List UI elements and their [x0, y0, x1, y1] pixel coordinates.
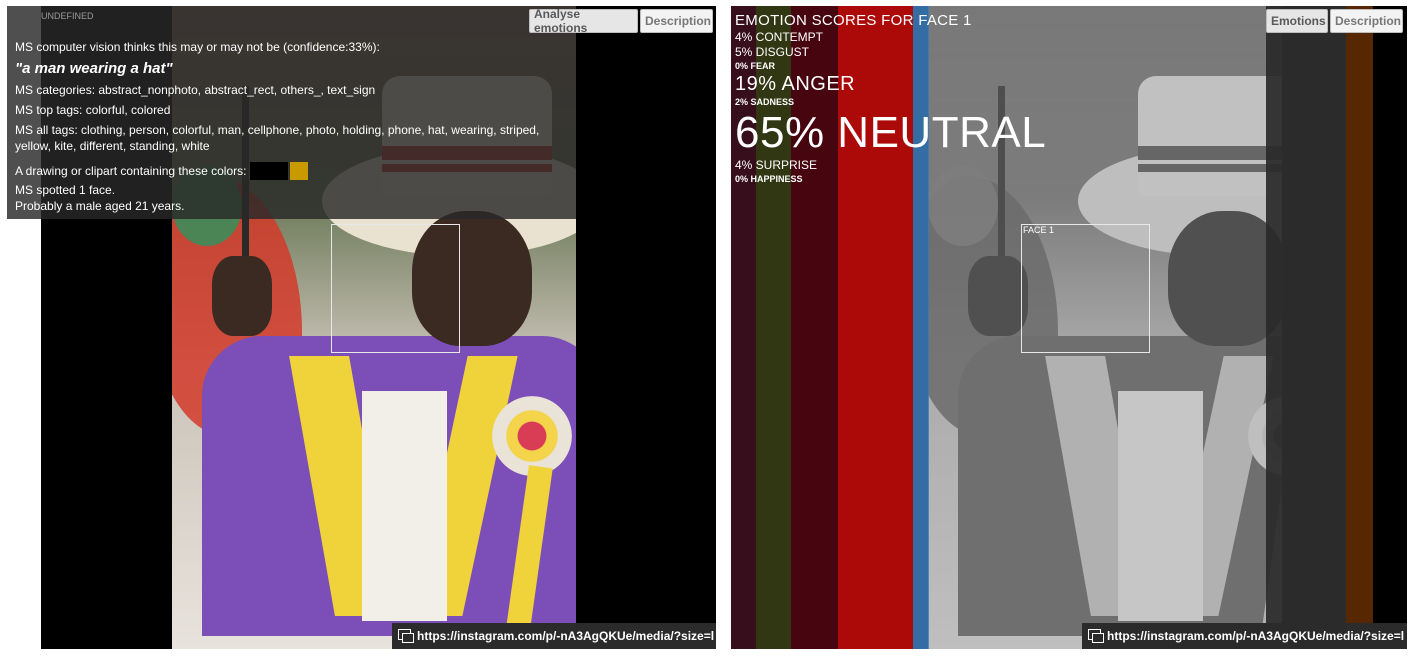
undefined-label: UNDEFINED — [41, 11, 94, 21]
age-line: Probably a male aged 21 years. — [15, 199, 185, 213]
emotion-scores: EMOTION SCORES FOR FACE 1 4% CONTEMPT 5% … — [735, 12, 1046, 185]
emotion-score: 4% SURPRISE — [735, 158, 818, 172]
analyse-emotions-button[interactable]: Analyse emotions — [529, 7, 638, 35]
source-link-text: https://instagram.com/p/-nA3AgQKUe/media… — [1107, 629, 1405, 643]
color-swatch — [250, 162, 289, 180]
analysis-panel: UNDEFINED MS computer vision thinks this… — [7, 6, 716, 649]
source-link[interactable]: https://instagram.com/p/-nA3AgQKUe/media… — [392, 623, 716, 649]
right-letterbox — [576, 6, 716, 649]
emotion-score: 5% DISGUST — [735, 45, 810, 59]
emotion-score: 0% HAPPINESS — [735, 174, 803, 184]
emotion-stripe-right-dark — [1266, 6, 1346, 649]
vision-info-overlay: UNDEFINED MS computer vision thinks this… — [7, 6, 576, 219]
top-tags-line: MS top tags: colorful, colored — [15, 103, 171, 117]
emotion-score: 2% SADNESS — [735, 97, 795, 107]
face-label: FACE 1 — [1023, 225, 1055, 235]
emotion-score: 65% NEUTRAL — [735, 108, 1047, 157]
face-box[interactable]: FACE 1 — [1021, 224, 1150, 353]
colors-label: A drawing or clipart containing these co… — [15, 164, 247, 178]
emotion-panel: FACE 1 EMOTION SCORES FOR FACE 1 4% CONT… — [731, 6, 1407, 649]
emotion-stripe-right-brown — [1346, 6, 1373, 649]
faces-line: MS spotted 1 face. — [15, 183, 116, 197]
external-link-icon — [1088, 629, 1104, 643]
emotion-score: 0% FEAR — [735, 61, 776, 71]
emotions-button[interactable]: Emotions — [1266, 9, 1328, 33]
source-link[interactable]: https://instagram.com/p/-nA3AgQKUe/media… — [1082, 623, 1407, 649]
all-tags-line: MS all tags: clothing, person, colorful,… — [15, 123, 540, 153]
color-swatch — [290, 162, 309, 180]
categories-line: MS categories: abstract_nonphoto, abstra… — [15, 83, 376, 97]
source-link-text: https://instagram.com/p/-nA3AgQKUe/media… — [417, 629, 715, 643]
description-button[interactable]: Description — [640, 9, 713, 33]
face-box[interactable] — [331, 224, 460, 353]
colors-row: A drawing or clipart containing these co… — [15, 162, 565, 180]
confidence-line: MS computer vision thinks this may or ma… — [15, 40, 380, 54]
emotion-score: 19% ANGER — [735, 73, 856, 95]
emotion-title: EMOTION SCORES FOR FACE 1 — [735, 12, 972, 29]
emotion-score: 4% CONTEMPT — [735, 30, 824, 44]
description-button[interactable]: Description — [1330, 9, 1403, 33]
external-link-icon — [398, 629, 414, 643]
right-letterbox — [1373, 6, 1407, 649]
caption: "a man wearing a hat" — [15, 60, 173, 77]
